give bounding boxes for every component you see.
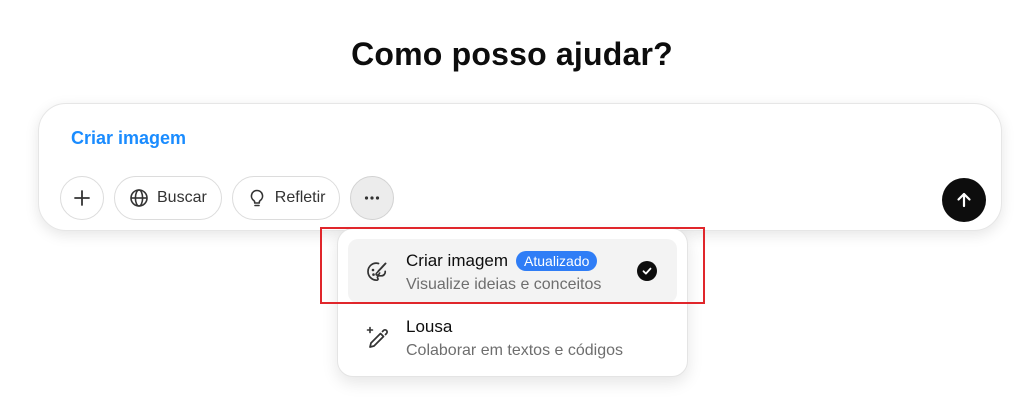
add-button[interactable] bbox=[60, 176, 104, 220]
composer-toolbar: Buscar Refletir bbox=[60, 176, 395, 220]
ellipsis-icon bbox=[365, 196, 380, 200]
page-title: Como posso ajudar? bbox=[351, 36, 673, 72]
page: Como posso ajudar? Criar imagem Buscar R… bbox=[0, 0, 1024, 407]
menu-item-subtitle: Visualize ideias e conceitos bbox=[406, 276, 602, 293]
menu-item-title-row: Criar imagem Atualizado bbox=[406, 251, 598, 271]
lightbulb-icon bbox=[250, 189, 264, 207]
menu-item-create-image[interactable]: Criar imagem Atualizado Visualize ideias… bbox=[348, 239, 677, 303]
menu-item-title: Criar imagem bbox=[406, 251, 509, 270]
reason-button[interactable]: Refletir bbox=[231, 176, 341, 220]
pencil-sparkle-icon bbox=[366, 326, 388, 348]
updated-badge: Atualizado bbox=[516, 251, 598, 271]
tools-menu: Criar imagem Atualizado Visualize ideias… bbox=[337, 228, 688, 377]
active-mode-chip[interactable]: Criar imagem bbox=[71, 128, 186, 149]
palette-icon bbox=[367, 262, 387, 282]
composer[interactable]: Criar imagem Buscar Refletir bbox=[38, 103, 1002, 231]
search-button-label: Buscar bbox=[157, 189, 207, 206]
globe-icon bbox=[130, 189, 148, 207]
check-icon bbox=[637, 261, 657, 281]
menu-item-subtitle: Colaborar em textos e códigos bbox=[406, 342, 623, 359]
search-button[interactable]: Buscar bbox=[114, 176, 222, 220]
menu-item-title: Lousa bbox=[406, 317, 453, 336]
arrow-up-icon bbox=[957, 192, 971, 208]
menu-item-title-row: Lousa bbox=[406, 317, 452, 337]
more-tools-button[interactable] bbox=[350, 176, 395, 220]
menu-item-canvas[interactable]: Lousa Colaborar em textos e códigos bbox=[348, 305, 677, 369]
reason-button-label: Refletir bbox=[274, 189, 326, 206]
send-button[interactable] bbox=[942, 178, 986, 222]
plus-icon bbox=[74, 190, 90, 206]
